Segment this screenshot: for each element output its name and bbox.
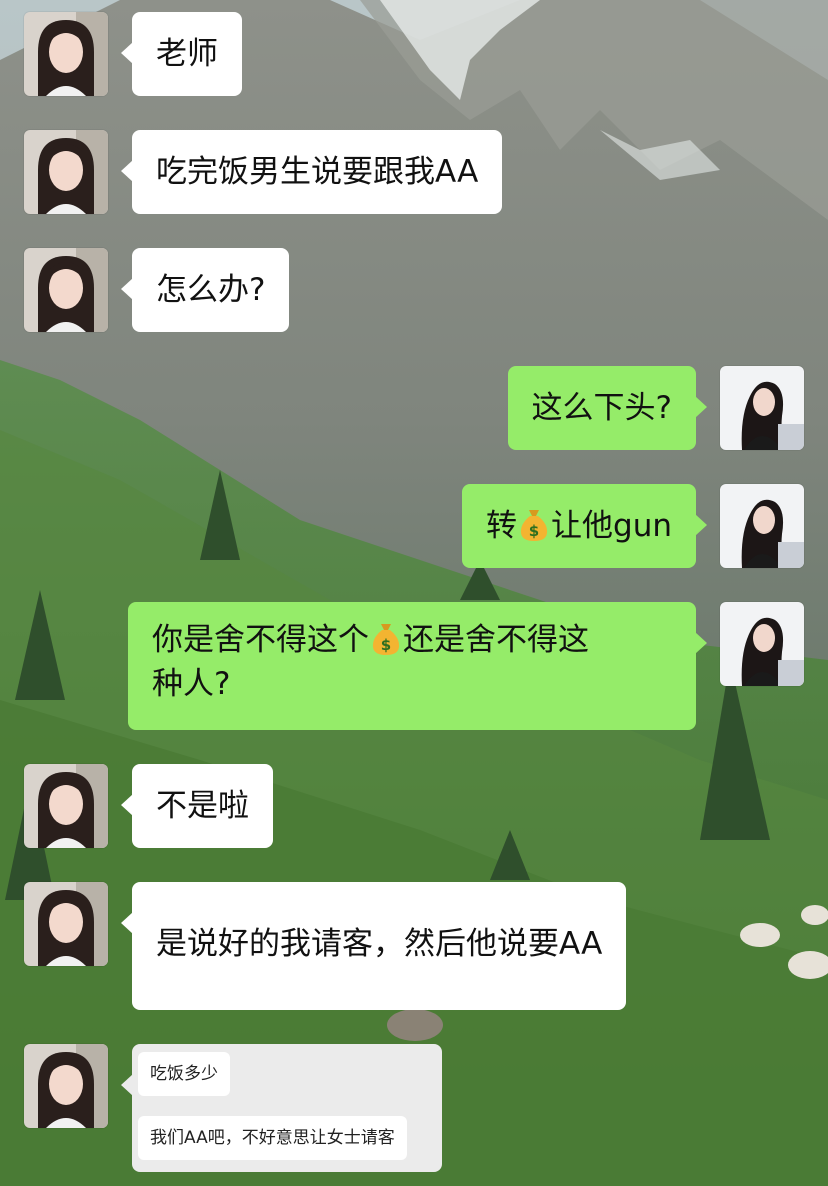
message-bubble[interactable]: 这么下头? [507,366,708,450]
message-text: 这么下头? [531,390,672,426]
screenshot-message-text: 我们AA吧，不好意思让女士请客 [150,1128,395,1148]
message-text: 老师 [156,36,218,72]
message-bubble[interactable]: 老师 [121,12,242,96]
avatar[interactable] [720,366,804,450]
svg-text:$: $ [381,636,391,654]
avatar[interactable] [24,1044,108,1128]
avatar[interactable] [24,248,108,332]
message-bubble[interactable]: 怎么办? [120,248,290,332]
screenshot-message-text: 吃饭多少 [150,1064,218,1084]
message-text: 是说好的我请客，然后他说要AA [156,926,603,962]
message-text-before: 你是舍不得这个 [152,622,369,658]
screenshot-image-message[interactable]: 吃饭多少 我们AA吧，不好意思让女士请客 [121,1044,442,1172]
message-bubble[interactable]: 吃完饭男生说要跟我AA [120,130,503,214]
screenshot-message: 我们AA吧，不好意思让女士请客 [138,1116,407,1160]
message-text-before: 转 [486,508,518,544]
message-bubble[interactable]: 是说好的我请客，然后他说要AA [120,882,627,1010]
message-bubble[interactable]: 你是舍不得这个 $ 还是舍不得这 种人? [128,602,707,730]
message-text-after: 让他gun [551,508,672,544]
screenshot-message: 吃饭多少 [138,1052,230,1096]
message-bubble[interactable]: 不是啦 [121,764,273,848]
svg-text:$: $ [529,522,539,540]
avatar[interactable] [24,12,108,96]
avatar[interactable] [720,484,804,568]
avatar[interactable] [24,130,108,214]
message-text: 怎么办? [156,272,266,308]
avatar[interactable] [24,882,108,966]
avatar[interactable] [720,602,804,686]
avatar[interactable] [24,764,108,848]
message-text: 吃完饭男生说要跟我AA [156,154,479,190]
money-bag-icon: $ [519,506,549,542]
message-text: 不是啦 [156,788,249,824]
message-bubble[interactable]: 转 $ 让他gun [462,484,707,568]
money-bag-icon: $ [371,620,401,656]
